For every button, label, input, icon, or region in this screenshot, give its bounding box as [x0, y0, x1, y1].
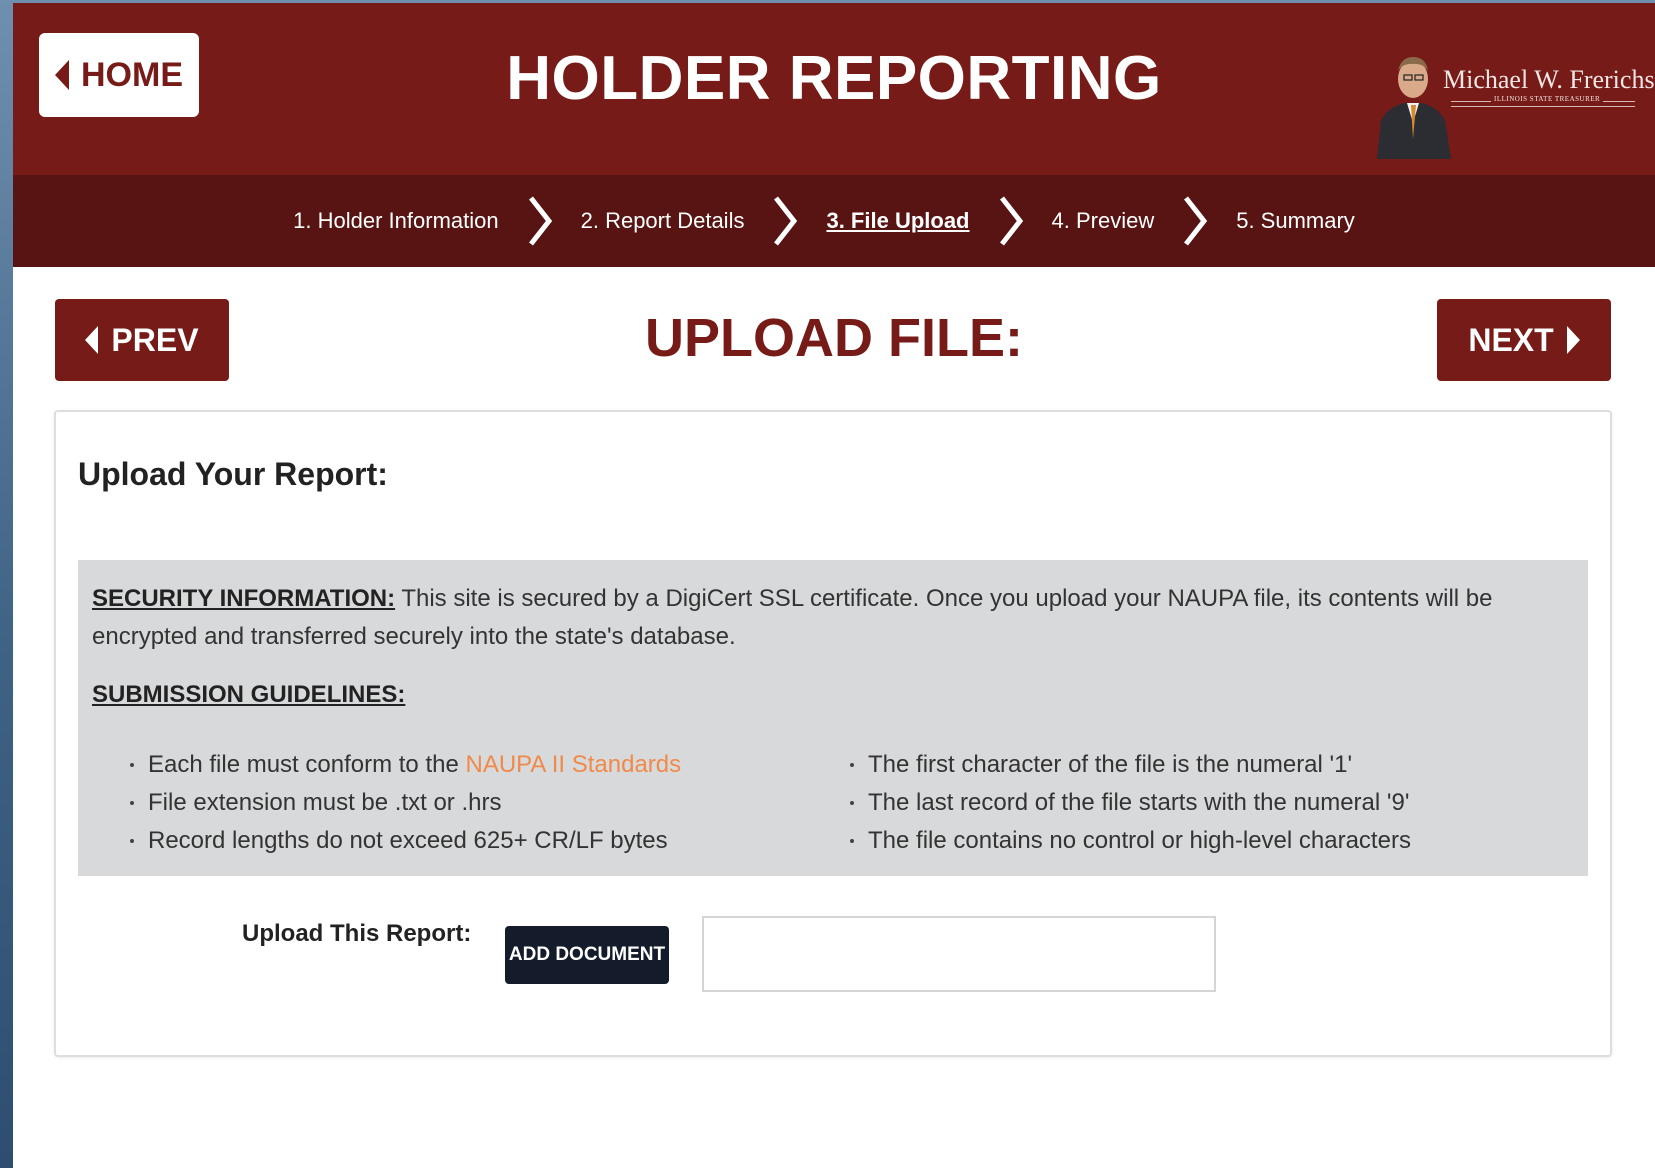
guidelines-list: Each file must conform to the NAUPA II S…: [128, 746, 1568, 860]
next-button-label: NEXT: [1468, 321, 1554, 358]
page-title: UPLOAD FILE:: [645, 308, 1023, 368]
step-preview[interactable]: 4. Preview: [1052, 208, 1155, 234]
step-navigation: 1. Holder Information 2. Report Details …: [13, 175, 1655, 267]
chevron-right-icon: [1566, 326, 1580, 354]
file-name-field[interactable]: [702, 916, 1216, 992]
step-holder-information[interactable]: 1. Holder Information: [293, 208, 498, 234]
signature-rule: [1451, 106, 1635, 107]
app-window: HOME HOLDER REPORTING Michael W. Frerich…: [13, 3, 1655, 1168]
treasurer-subtitle: ILLINOIS STATE TREASURER: [1491, 95, 1604, 103]
list-item: Each file must conform to the NAUPA II S…: [128, 746, 848, 784]
guideline-text: Each file must conform to the: [148, 751, 466, 778]
step-file-upload[interactable]: 3. File Upload: [826, 208, 969, 234]
list-item: Record lengths do not exceed 625+ CR/LF …: [128, 822, 848, 860]
step-summary[interactable]: 5. Summary: [1236, 208, 1355, 234]
treasurer-portrait: [1371, 43, 1455, 159]
chevron-right-icon: [999, 196, 1023, 246]
page-header: HOME HOLDER REPORTING Michael W. Frerich…: [13, 3, 1655, 175]
security-information: SECURITY INFORMATION: This site is secur…: [92, 580, 1574, 656]
guidelines-label: SUBMISSION GUIDELINES:: [92, 681, 406, 708]
guidelines-left-column: Each file must conform to the NAUPA II S…: [128, 746, 848, 860]
step-report-details[interactable]: 2. Report Details: [581, 208, 745, 234]
list-item: The first character of the file is the n…: [848, 746, 1568, 784]
upload-panel: Upload Your Report: SECURITY INFORMATION…: [54, 410, 1612, 1057]
chevron-right-icon: [774, 196, 798, 246]
submission-info-box: SECURITY INFORMATION: This site is secur…: [78, 560, 1588, 876]
treasurer-name: Michael W. Frerichs: [1443, 65, 1655, 94]
security-label: SECURITY INFORMATION:: [92, 585, 396, 612]
guidelines-right-column: The first character of the file is the n…: [848, 746, 1568, 860]
list-item: File extension must be .txt or .hrs: [128, 784, 848, 822]
naupa-standards-link[interactable]: NAUPA II Standards: [465, 751, 681, 778]
chevron-right-icon: [1184, 196, 1208, 246]
chevron-right-icon: [528, 196, 552, 246]
panel-title: Upload Your Report:: [78, 456, 388, 492]
treasurer-logo: Michael W. Frerichs ILLINOIS STATE TREAS…: [1371, 39, 1655, 159]
next-button[interactable]: NEXT: [1437, 299, 1611, 381]
list-item: The file contains no control or high-lev…: [848, 822, 1568, 860]
list-item: The last record of the file starts with …: [848, 784, 1568, 822]
upload-report-label: Upload This Report:: [242, 920, 472, 947]
add-document-button[interactable]: ADD DOCUMENT: [505, 926, 669, 984]
